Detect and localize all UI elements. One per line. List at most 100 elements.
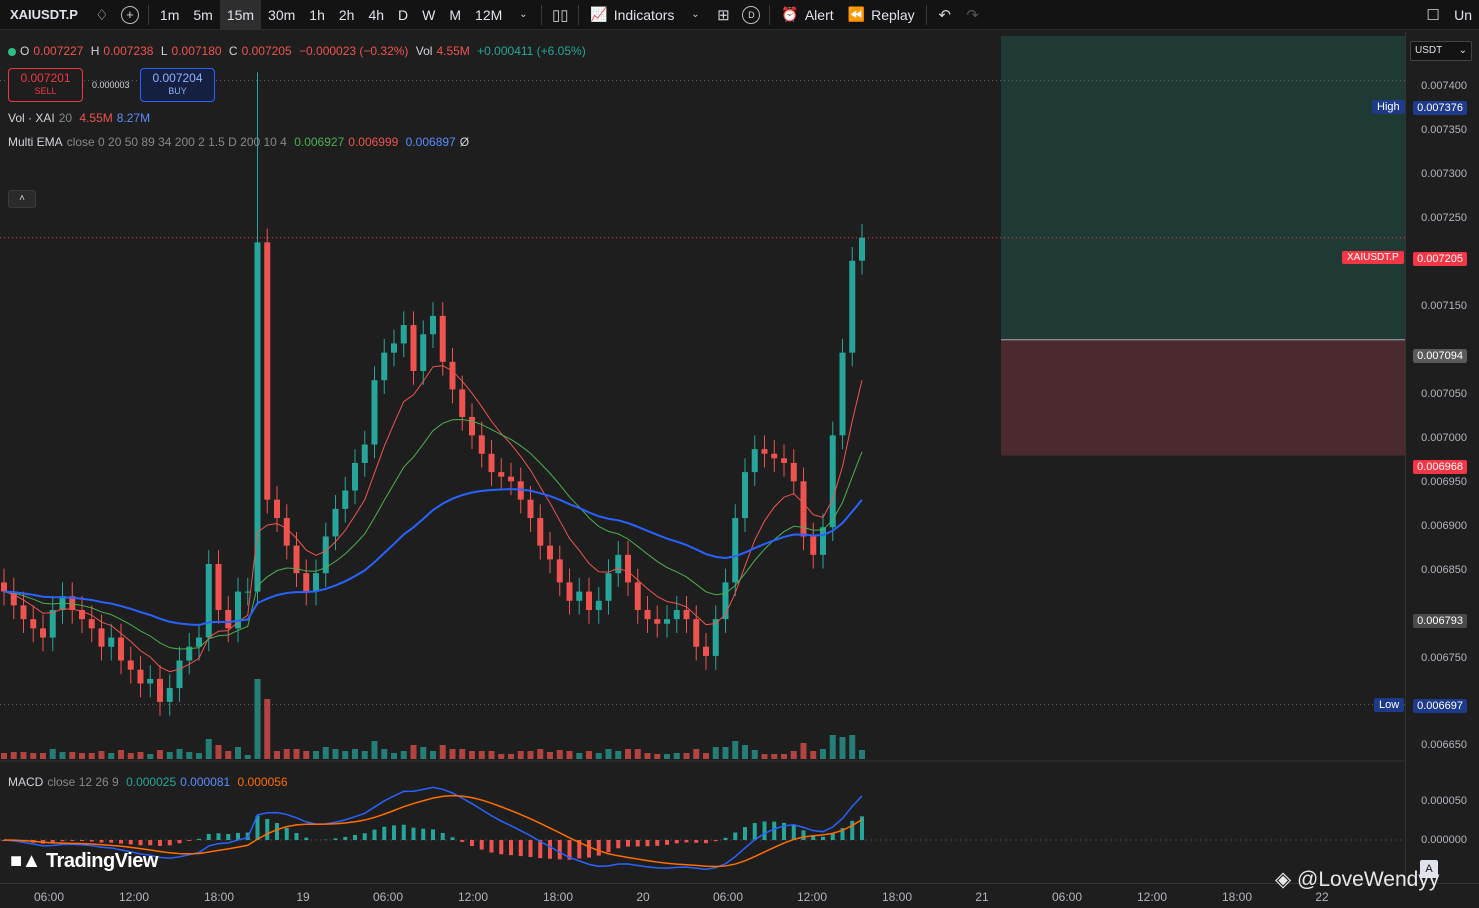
candle-body <box>712 619 719 656</box>
volume-bar <box>352 749 358 759</box>
volume-bar <box>595 753 602 759</box>
macd-legend[interactable]: MACD close 12 26 9 0.000025 0.000081 0.000… <box>8 775 292 789</box>
sell-button[interactable]: 0.007201 SELL <box>8 68 83 102</box>
macd-histogram-bar <box>450 837 455 840</box>
macd-histogram-bar <box>89 840 94 842</box>
macd-histogram-bar <box>470 840 474 847</box>
layout-grid-icon[interactable]: ⊞ <box>709 0 737 30</box>
volume-bar <box>781 754 787 759</box>
volume-bar <box>303 751 310 759</box>
macd-histogram-bar <box>733 832 738 840</box>
candles-icon[interactable]: ▯▯ <box>546 0 574 30</box>
macd-histogram-bar <box>655 840 660 846</box>
mid-price-tag: 0.006793 <box>1413 614 1467 628</box>
macd-histogram-bar <box>70 840 75 841</box>
target-price-tag: 0.007094 <box>1413 349 1467 363</box>
undo-icon[interactable]: ↶ <box>931 0 959 30</box>
timeframe-M[interactable]: M <box>442 0 468 30</box>
add-compare-icon[interactable]: + <box>116 0 144 30</box>
volume-legend[interactable]: Vol · XAI 20 4.55M 8.27M <box>8 111 154 125</box>
replay-icon: ⏪ <box>847 6 866 22</box>
volume-bar <box>439 745 446 759</box>
timeframe-D[interactable]: D <box>391 0 415 30</box>
alert-button[interactable]: ⏰ Alert <box>774 0 840 30</box>
candle-body <box>644 609 651 620</box>
volume-bar <box>157 750 163 759</box>
chevron-down-icon[interactable]: ⌄ <box>509 0 537 30</box>
buy-button[interactable]: 0.007204 BUY <box>140 68 215 102</box>
price-chart-canvas[interactable] <box>0 31 1405 883</box>
volume-bar <box>459 749 466 759</box>
price-tick: 0.006950 <box>1421 476 1467 488</box>
candle-body <box>98 628 105 647</box>
timeframe-1h[interactable]: 1h <box>302 0 332 30</box>
unnamed-layout-button[interactable]: Un <box>1447 0 1479 30</box>
volume-bar <box>215 745 222 759</box>
chart-pane[interactable]: O 0.007227 H 0.007238 L 0.007180 C 0.007205 … <box>0 31 1405 883</box>
timeframe-1m[interactable]: 1m <box>153 0 186 30</box>
timeframe-W[interactable]: W <box>415 0 442 30</box>
volume-bar <box>771 754 778 759</box>
candle-body <box>274 499 280 519</box>
price-scale[interactable]: USDT ⌄ 0.007400 0.007350 0.007300 0.007250 0.… <box>1405 31 1479 883</box>
timeframe-30m[interactable]: 30m <box>261 0 302 30</box>
macd-histogram-bar <box>616 840 621 849</box>
volume-bar <box>478 751 485 759</box>
macd-histogram-bar <box>850 820 855 840</box>
candle-body <box>303 573 310 592</box>
price-tick: 0.007150 <box>1421 300 1467 312</box>
timeframe-4h[interactable]: 4h <box>361 0 391 30</box>
macd-histogram-bar <box>440 832 445 840</box>
chevron-down-icon[interactable]: ⌄ <box>681 0 709 30</box>
candle-body <box>839 352 846 436</box>
macd-histogram-bar <box>645 840 650 847</box>
volume-bar <box>790 751 797 759</box>
macd-histogram-bar <box>557 840 562 860</box>
volume-bar <box>79 753 85 759</box>
profit-zone <box>1001 36 1405 340</box>
timeframe-5m[interactable]: 5m <box>186 0 219 30</box>
volume-bar <box>186 752 193 759</box>
candle-body <box>157 678 163 702</box>
replay-button[interactable]: ⏪ Replay <box>841 0 922 30</box>
diamond-icon[interactable]: ♢ <box>88 0 116 30</box>
collapse-legend-button[interactable]: ˄ <box>8 190 36 208</box>
candle-body <box>683 609 690 620</box>
macd-histogram-bar <box>148 840 153 846</box>
volume-bar <box>547 752 553 759</box>
ema-legend[interactable]: Multi EMA close 0 20 50 89 34 200 2 1.5 D… <box>8 135 473 149</box>
volume-bar <box>196 753 202 759</box>
volume-bar <box>625 749 631 759</box>
volume-bar <box>703 753 709 759</box>
candle-body <box>605 573 612 601</box>
currency-select[interactable]: USDT ⌄ <box>1410 41 1472 61</box>
candle-body <box>703 646 709 656</box>
high-price-tag: 0.007376 <box>1413 101 1467 115</box>
candle-body <box>615 554 622 574</box>
sell-label: SELL <box>34 86 57 96</box>
candle-body <box>576 591 583 601</box>
fullscreen-icon[interactable]: ☐ <box>1419 0 1447 30</box>
candle-body <box>400 325 407 344</box>
volume-bar <box>664 754 670 759</box>
candle-body <box>264 242 271 500</box>
volume-bar <box>361 751 368 759</box>
timeframe-2h[interactable]: 2h <box>332 0 362 30</box>
symbol-price-tag: XAIUSDT.P <box>1342 251 1404 264</box>
timeframe-12M[interactable]: 12M <box>468 0 509 30</box>
volume-bar <box>751 750 758 759</box>
d-badge[interactable]: D <box>737 0 765 30</box>
current-price-tag: 0.007205 <box>1413 252 1467 266</box>
redo-icon[interactable]: ↷ <box>959 0 987 30</box>
volume-bar <box>488 751 495 759</box>
time-scale[interactable]: 06:00 12:00 18:00 19 06:00 12:00 18:00 20 06:00 1… <box>0 883 1479 908</box>
macd-histogram-bar <box>489 840 494 853</box>
volume-bar <box>283 749 290 759</box>
alert-clock-icon: ⏰ <box>781 6 799 22</box>
symbol-search[interactable]: XAIUSDT.P <box>0 7 88 22</box>
candle-body <box>586 591 592 610</box>
candle-body <box>810 536 817 555</box>
timeframe-15m[interactable]: 15m <box>219 0 262 30</box>
chevron-down-icon: ⌄ <box>1458 45 1467 56</box>
indicators-button[interactable]: 📈 Indicators <box>583 0 681 30</box>
